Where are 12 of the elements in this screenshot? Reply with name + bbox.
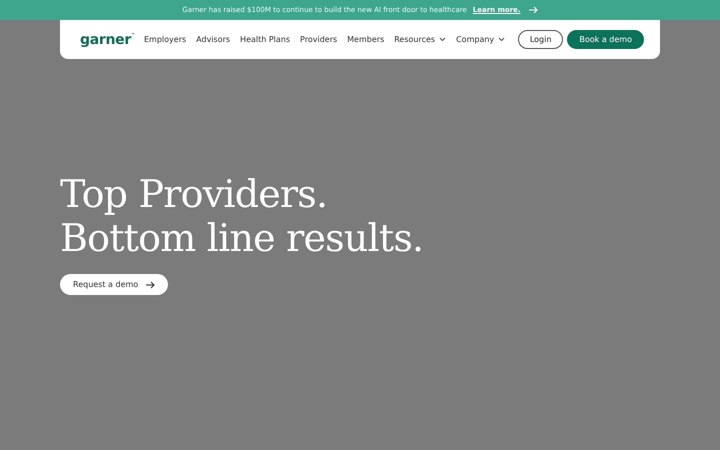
nav-link[interactable]: Advisors	[196, 35, 230, 44]
nav-link[interactable]: Employers	[144, 35, 186, 44]
nav-dropdown[interactable]: Company	[456, 35, 506, 44]
hero-heading: Top Providers.	[60, 172, 328, 216]
login-button[interactable]: Login	[518, 30, 564, 49]
hero-heading: Bottom line results.	[60, 216, 424, 260]
nav-link[interactable]: Members	[347, 35, 384, 44]
book-demo-button[interactable]: Book a demo	[567, 30, 644, 49]
nav-link[interactable]: Health Plans	[240, 35, 290, 44]
request-demo-button[interactable]: Request a demo	[60, 274, 168, 295]
nav-dropdown[interactable]: Resources	[394, 35, 446, 44]
nav-link[interactable]: Providers	[300, 35, 338, 44]
